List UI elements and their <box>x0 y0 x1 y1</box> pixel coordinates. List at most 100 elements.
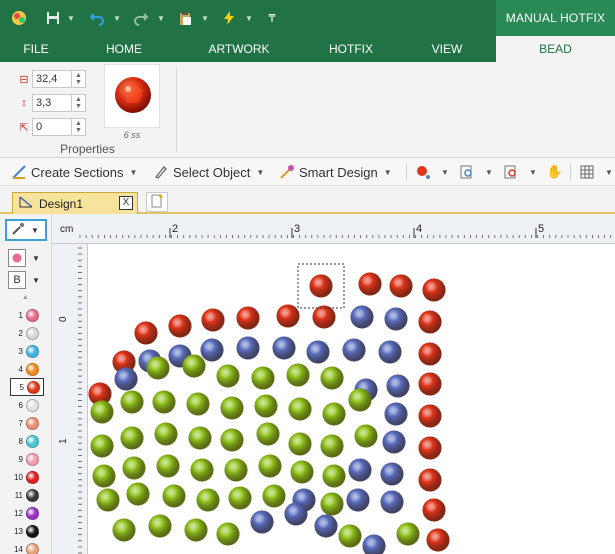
new-document-button[interactable] <box>146 192 168 212</box>
bead-shine <box>258 454 282 478</box>
grid-dropdown-icon[interactable]: ▼ <box>605 168 613 177</box>
zoom-area-button[interactable]: ▼ <box>502 162 537 182</box>
undo-icon[interactable] <box>88 9 106 27</box>
color-swatch[interactable] <box>26 452 39 466</box>
save-dropdown-icon[interactable]: ▼ <box>66 11 76 25</box>
pan-hand-icon: ✋ <box>546 164 564 179</box>
rotation-spinner[interactable]: ▲ ▼ <box>72 70 86 88</box>
color-swatch[interactable] <box>26 416 39 430</box>
color-swatch[interactable] <box>26 506 39 520</box>
bead-preview[interactable] <box>104 64 160 128</box>
close-document-button[interactable]: X <box>119 196 133 210</box>
pick-tool-dropdown-icon[interactable]: ▼ <box>31 226 39 235</box>
bead-shine <box>146 356 170 380</box>
grid-button[interactable]: ▼ <box>578 162 613 182</box>
color-swatch[interactable] <box>26 542 39 554</box>
lightning-icon[interactable] <box>220 9 238 27</box>
rotation-field[interactable]: ⊟ 32,4 ▲ ▼ <box>16 70 86 88</box>
bead-shine <box>389 274 413 298</box>
smart-design-button[interactable]: Smart Design ▼ <box>278 162 392 182</box>
spacing-input[interactable]: 0 <box>32 118 72 136</box>
bead-shine <box>114 367 138 391</box>
palette-scroll-up-icon[interactable]: ▲ <box>22 294 29 301</box>
color-swatch[interactable] <box>26 344 39 358</box>
color-swatch-row[interactable]: 11 <box>10 486 44 504</box>
height-spinner[interactable]: ▲ ▼ <box>72 94 86 112</box>
bead-type-selector[interactable]: ▼ <box>8 248 48 268</box>
color-number: 14 <box>14 544 23 554</box>
tab-hotfix[interactable]: HOTFIX <box>316 36 386 62</box>
color-swatch-row[interactable]: 10 <box>10 468 44 486</box>
color-swatch[interactable] <box>26 362 39 376</box>
color-swatch-row[interactable]: 6 <box>10 396 44 414</box>
color-picker-button[interactable]: ▼ <box>414 162 449 182</box>
zoom-button[interactable]: ▼ <box>458 162 493 182</box>
bead-shine <box>288 432 312 456</box>
color-swatch-row[interactable]: 14 <box>10 540 44 554</box>
color-swatch-row[interactable]: 3 <box>10 342 44 360</box>
color-swatch-row[interactable]: 9 <box>10 450 44 468</box>
color-swatch-row[interactable]: 7 <box>10 414 44 432</box>
smart-design-dropdown-icon[interactable]: ▼ <box>384 168 392 177</box>
bead-shine <box>378 340 402 364</box>
bead-type-dropdown-icon[interactable]: ▼ <box>32 254 40 263</box>
spacing-field[interactable]: ⇱ 0 ▲ ▼ <box>16 118 86 136</box>
lightning-dropdown-icon[interactable]: ▼ <box>244 11 254 25</box>
color-swatch-row[interactable]: 1 <box>10 306 44 324</box>
customize-icon[interactable]: ₸ <box>266 9 278 27</box>
color-swatch[interactable] <box>26 470 39 484</box>
create-sections-button[interactable]: Create Sections ▼ <box>10 162 137 182</box>
bead-shine <box>154 422 178 446</box>
design-canvas[interactable] <box>88 244 615 554</box>
color-swatch[interactable] <box>26 398 39 412</box>
bead-design[interactable] <box>88 244 615 554</box>
save-icon[interactable] <box>44 9 62 27</box>
color-swatch[interactable] <box>26 308 39 322</box>
select-object-button[interactable]: Select Object ▼ <box>152 162 264 182</box>
bead-shine <box>396 522 420 546</box>
tab-view[interactable]: VIEW <box>416 36 478 62</box>
document-tabs: Design1 X <box>0 186 615 214</box>
color-swatch[interactable] <box>27 380 40 394</box>
paste-icon[interactable] <box>176 9 194 27</box>
palette-b-selector[interactable]: B ▼ <box>8 270 48 290</box>
height-input[interactable]: 3,3 <box>32 94 72 112</box>
palette-b-dropdown-icon[interactable]: ▼ <box>32 276 40 285</box>
zoom-area-dropdown-icon[interactable]: ▼ <box>529 168 537 177</box>
color-swatch[interactable] <box>26 326 39 340</box>
bead-shine <box>418 372 442 396</box>
tab-file[interactable]: FILE <box>10 36 62 62</box>
paste-dropdown-icon[interactable]: ▼ <box>200 11 210 25</box>
bead-shine <box>122 456 146 480</box>
context-tab-manual-hotfix[interactable]: MANUAL HOTFIX <box>496 0 615 36</box>
height-field[interactable]: ↕ 3,3 ▲ ▼ <box>16 94 86 112</box>
create-sections-dropdown-icon[interactable]: ▼ <box>130 168 138 177</box>
color-swatch-row[interactable]: 4 <box>10 360 44 378</box>
rotation-input[interactable]: 32,4 <box>32 70 72 88</box>
bead-shine <box>338 524 362 548</box>
color-swatch-row[interactable]: 8 <box>10 432 44 450</box>
color-number: 9 <box>18 454 23 464</box>
tab-bead[interactable]: BEAD <box>496 36 615 62</box>
color-picker-dropdown-icon[interactable]: ▼ <box>441 168 449 177</box>
bead-shine <box>284 502 308 526</box>
color-swatch[interactable] <box>26 434 39 448</box>
color-swatch-row[interactable]: 12 <box>10 504 44 522</box>
redo-dropdown-icon[interactable]: ▼ <box>156 11 166 25</box>
color-swatch-row[interactable]: 2 <box>10 324 44 342</box>
pan-button[interactable]: ✋ <box>546 162 567 182</box>
spacing-spinner[interactable]: ▲ ▼ <box>72 118 86 136</box>
zoom-dropdown-icon[interactable]: ▼ <box>485 168 493 177</box>
undo-dropdown-icon[interactable]: ▼ <box>112 11 122 25</box>
document-tab-design1[interactable]: Design1 X <box>12 192 138 214</box>
redo-icon[interactable] <box>132 9 150 27</box>
tab-home[interactable]: HOME <box>92 36 156 62</box>
color-swatch[interactable] <box>26 488 39 502</box>
tab-artwork[interactable]: ARTWORK <box>196 36 282 62</box>
color-swatch-row[interactable]: 13 <box>10 522 44 540</box>
pick-tool-selector[interactable]: ▼ <box>5 219 47 241</box>
color-swatch-row[interactable]: 5 <box>10 378 44 396</box>
color-number: 3 <box>18 346 23 356</box>
select-object-dropdown-icon[interactable]: ▼ <box>256 168 264 177</box>
color-swatch[interactable] <box>26 524 39 538</box>
